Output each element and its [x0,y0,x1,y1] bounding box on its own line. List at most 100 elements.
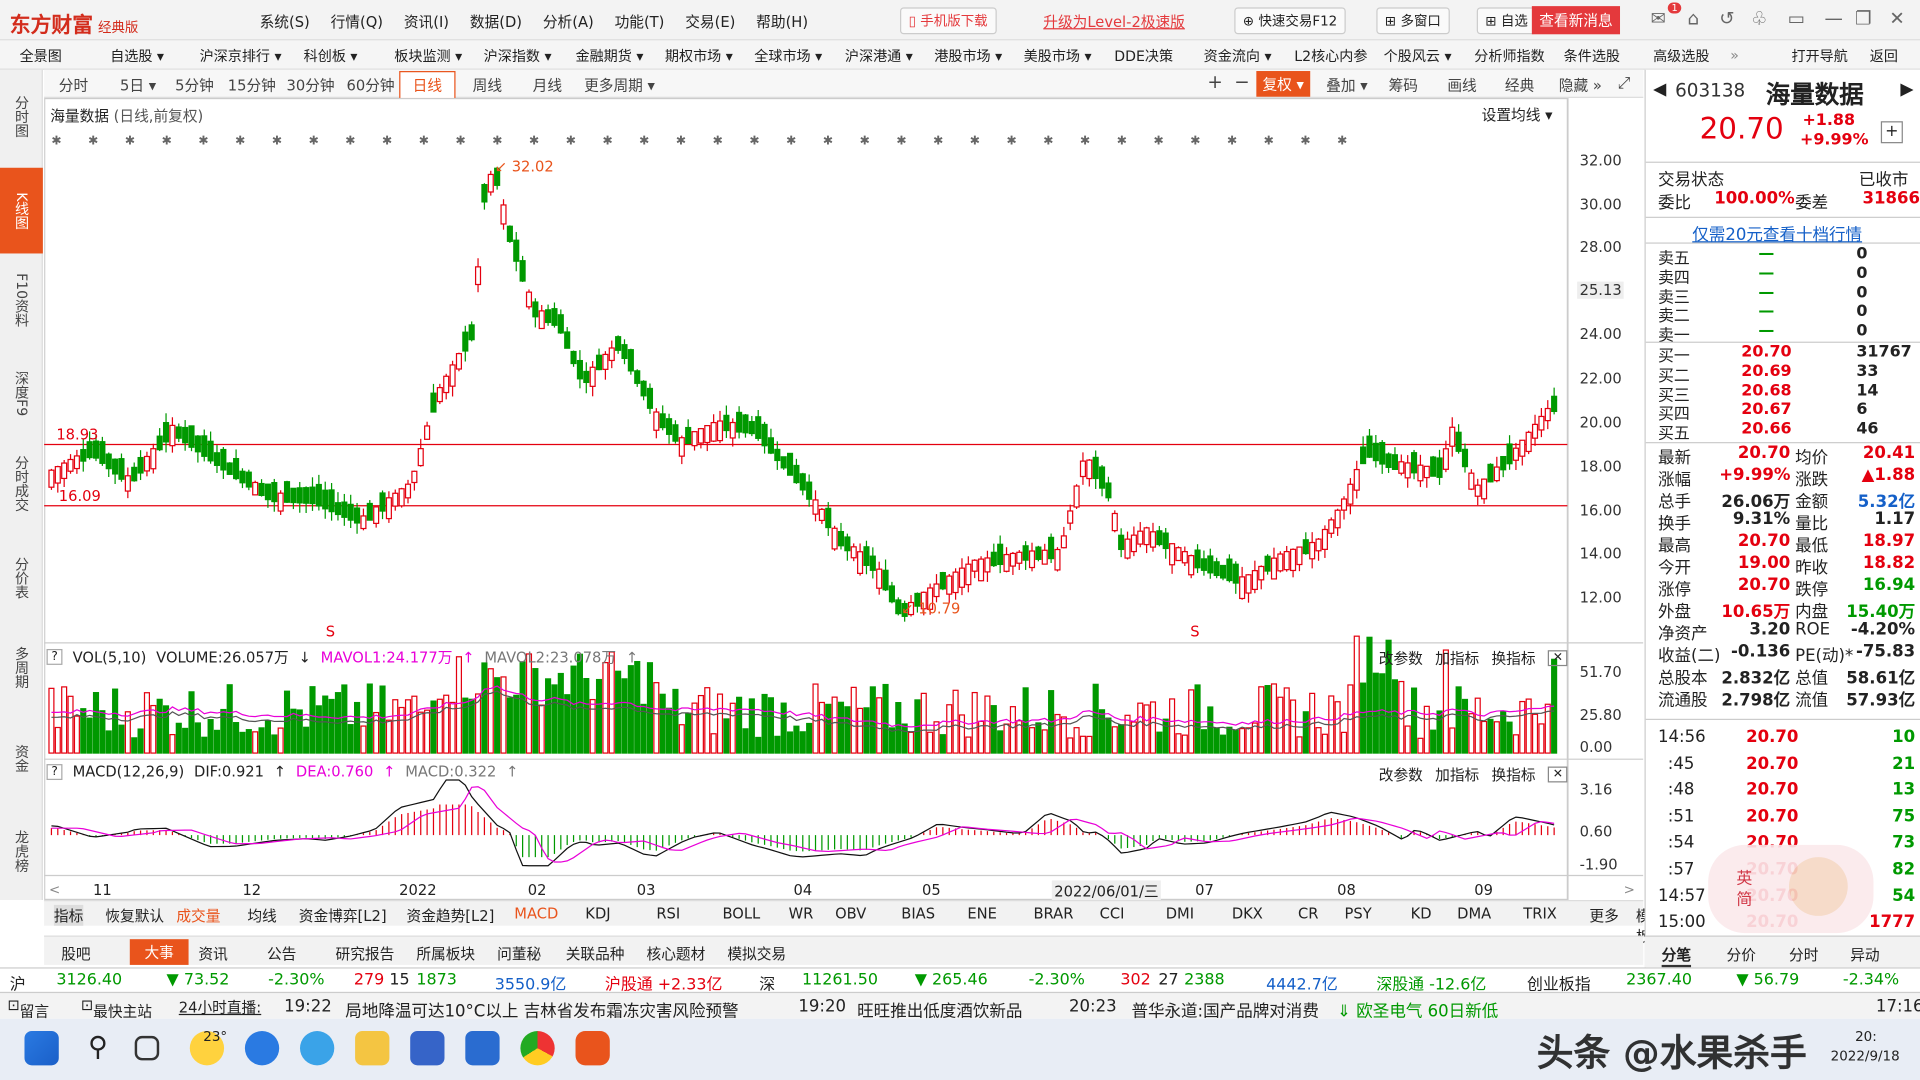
indicator-tab-22[interactable]: TRIX [1523,905,1557,922]
indicator-tab-15[interactable]: CCI [1100,905,1125,922]
zoom-in-button[interactable]: + [1207,71,1222,93]
nav-capital[interactable]: 资金流向 ▾ [1204,47,1272,67]
nav-screener[interactable]: 条件选股 [1564,47,1620,67]
indicator-tab-13[interactable]: ENE [967,905,997,922]
indicator-tab-21[interactable]: DMA [1457,905,1491,922]
nav-ranking[interactable]: 沪深京排行 ▾ [200,47,282,67]
add-watch-icon[interactable]: + [1880,121,1903,144]
menu-quote[interactable]: 行情(Q) [331,11,383,32]
zoom-out-button[interactable]: − [1234,71,1249,93]
feedback-icon[interactable]: ▭ [1788,7,1805,29]
nav-global[interactable]: 全球市场 ▾ [754,47,822,67]
folder-icon[interactable] [355,1031,390,1066]
nav-watchlist[interactable]: 自选股 ▾ [110,47,164,67]
tab-capital[interactable]: 资金 [0,731,43,785]
indicator-tab-18[interactable]: CR [1298,905,1318,922]
period-weekly[interactable]: 周线 [473,75,502,96]
mail-app-icon[interactable] [465,1031,500,1066]
menu-info[interactable]: 资讯(I) [404,11,449,32]
indicator-tab-1[interactable]: 恢复默认 [105,905,164,926]
indicator-tab-2[interactable]: 成交量 [176,905,220,926]
news-tab-2[interactable]: 资讯 [198,943,227,964]
promo-link[interactable]: 仅需20元查看十档行情 [1645,216,1920,245]
mail-icon[interactable]: ✉ [1651,7,1666,29]
period-15min[interactable]: 15分钟 [228,75,276,96]
nav-sector[interactable]: 板块监测 ▾ [394,47,462,67]
nav-advanced[interactable]: 高级选股 [1653,47,1709,67]
period-timeshare[interactable]: 分时 [59,75,88,96]
sz-label[interactable]: 深 [759,971,775,994]
lock-icon[interactable]: ⌂ [1687,7,1699,29]
period-5min[interactable]: 5分钟 [175,75,214,96]
hide-button[interactable]: 隐藏 » [1559,75,1602,96]
search-icon[interactable]: ⚲ [81,1031,115,1065]
store-icon[interactable] [410,1031,445,1066]
period-60min[interactable]: 60分钟 [347,75,395,96]
ie-icon[interactable] [300,1031,335,1066]
macd-close-icon[interactable]: ✕ [1547,766,1568,783]
vol-param-button[interactable]: 改参数 [1379,648,1423,669]
back-icon[interactable]: ↺ [1719,7,1734,29]
nav-back[interactable]: 返回 [1870,47,1898,67]
self-select-button[interactable]: ⊞ 自选 [1476,7,1537,35]
sgt-flow[interactable]: 深股通 -12.6亿 [1376,971,1486,994]
indicator-tab-11[interactable]: OBV [835,905,866,922]
news-tab-9[interactable]: 模拟交易 [727,943,786,964]
news-tab-7[interactable]: 关联品种 [566,943,625,964]
minimize-icon[interactable]: — [1825,7,1843,29]
indicator-tab-9[interactable]: BOLL [722,905,760,922]
news-item-1[interactable]: 局地降温可达10°C以上 吉林省发布霜冻灾害风险预警 [345,997,738,1022]
chips-button[interactable]: 筹码 [1389,75,1418,96]
news-item-2[interactable]: 旺旺推出低度酒饮新品 [857,997,1022,1022]
indicator-tab-16[interactable]: DMI [1166,905,1194,922]
kline-chart-area[interactable]: 海量数据 (日线,前复权) 设置均线 ▾ ✱ ✱ ✱ ✱ ✱ ✱ ✱ ✱ ✱ ✱ ✱ ✱ ✱ ✱ ✱ ✱ ✱ ✱ ✱… [44,97,1644,902]
quick-trade-button[interactable]: ⊕ 快速交易F12 [1234,7,1346,35]
period-5day[interactable]: 5日 ▾ [120,75,156,96]
period-monthly[interactable]: 月线 [533,75,562,96]
menu-system[interactable]: 系统(S) [260,11,310,32]
fullscreen-icon[interactable]: ⤢ [1618,75,1631,93]
indicator-tab-17[interactable]: DKX [1232,905,1263,922]
macd-param-button[interactable]: 改参数 [1379,764,1423,785]
news-item-3[interactable]: 普华永道:国产品牌对消费 [1131,997,1318,1022]
tab-f10[interactable]: F10资料 [0,263,43,336]
taskview-icon[interactable] [134,1035,160,1061]
tab-price-table[interactable]: 分价表 [0,541,43,614]
indicator-tab-4[interactable]: 资金博弈[L2] [299,905,387,926]
indicator-tab-10[interactable]: WR [789,905,814,922]
vol-switch-indicator-button[interactable]: 换指标 [1491,648,1535,669]
macd-switch-indicator-button[interactable]: 换指标 [1491,764,1535,785]
news-tab-4[interactable]: 研究报告 [336,943,395,964]
nav-index[interactable]: 沪深指数 ▾ [484,47,552,67]
help-icon[interactable]: ? [46,648,63,665]
prev-stock-icon[interactable]: ◀ [1653,80,1666,100]
news-tab-5[interactable]: 所属板块 [416,943,475,964]
news-tab-1[interactable]: 大事 [129,939,189,965]
bid-row[interactable]: 买五 20.66 46 [1646,420,1920,443]
tab-price-dist[interactable]: 分价 [1727,944,1756,965]
nav-connect[interactable]: 沪深港通 ▾ [845,47,913,67]
live-link[interactable]: 24小时直播: [179,997,261,1018]
news-tab-0[interactable]: 股吧 [61,943,90,964]
period-30min[interactable]: 30分钟 [287,75,335,96]
menu-function[interactable]: 功能(T) [615,11,665,32]
vol-close-icon[interactable]: ✕ [1547,650,1568,667]
news-tab-6[interactable]: 问董秘 [497,943,541,964]
edge-icon[interactable] [244,1031,280,1066]
tab-dragon-tiger[interactable]: 龙虎榜 [0,814,43,887]
server-button[interactable]: ⊡ 最快主站 [81,997,152,1020]
indicator-tab-7[interactable]: KDJ [585,905,610,922]
nav-open-guide[interactable]: 打开导航 [1791,47,1847,67]
indicator-tab-5[interactable]: 资金趋势[L2] [407,905,495,926]
hgt-flow[interactable]: 沪股通 +2.33亿 [605,971,723,994]
nav-us[interactable]: 美股市场 ▾ [1024,47,1092,67]
chrome-icon[interactable] [520,1031,555,1066]
message-button[interactable]: ⊡ 留言 [7,997,49,1020]
tab-kline[interactable]: K线图 [0,167,43,254]
tab-trades[interactable]: 分时成交 [0,437,43,529]
mobile-download-button[interactable]: ▯ 手机版下载 [900,7,997,35]
nav-dde[interactable]: DDE决策 [1114,47,1173,67]
nav-hk[interactable]: 港股市场 ▾ [934,47,1002,67]
nav-overview[interactable]: 全景图 [20,47,62,67]
nav-more-icon[interactable]: » [1730,47,1739,64]
